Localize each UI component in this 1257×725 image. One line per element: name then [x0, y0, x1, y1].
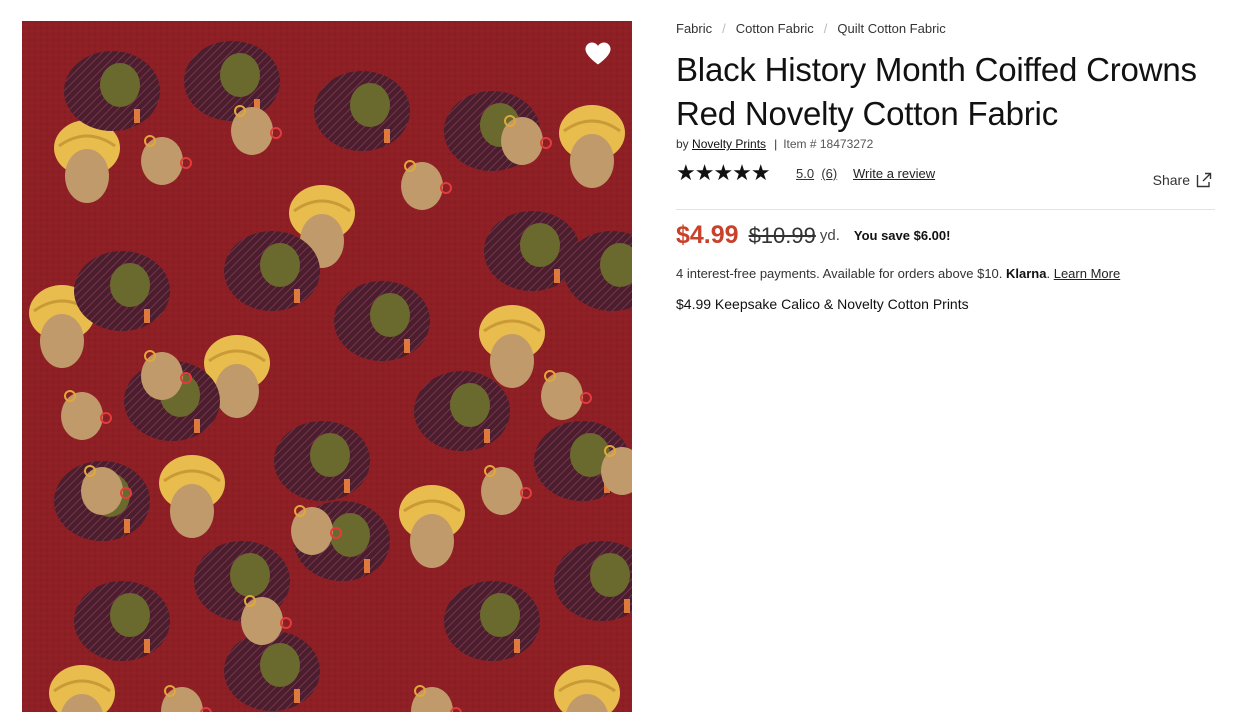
star-rating-icon: ★★★★★	[676, 160, 771, 185]
afro-motif	[314, 71, 410, 151]
price-row: $4.99 $10.99 yd. You save $6.00!	[676, 221, 950, 250]
afro-motif	[224, 231, 320, 311]
breadcrumb: Fabric / Cotton Fabric / Quilt Cotton Fabric	[676, 21, 946, 36]
rating-count[interactable]: (6)	[821, 166, 837, 181]
price-unit: yd.	[819, 227, 840, 244]
breadcrumb-fabric[interactable]: Fabric	[676, 21, 712, 36]
klarna-brand: Klarna	[1006, 266, 1047, 281]
rating-row: ★★★★★ 5.0 (6) Write a review Share	[676, 160, 1216, 188]
sale-price: $4.99	[676, 221, 739, 249]
original-price: $10.99	[748, 222, 816, 248]
share-button[interactable]: Share	[1153, 172, 1212, 188]
breadcrumb-quilt-cotton-fabric[interactable]: Quilt Cotton Fabric	[837, 21, 945, 36]
product-byline: by Novelty Prints | Item # 18473272	[676, 137, 873, 151]
breadcrumb-separator: /	[722, 21, 726, 36]
share-external-icon	[1196, 172, 1212, 188]
share-label: Share	[1152, 172, 1190, 188]
brand-link[interactable]: Novelty Prints	[692, 137, 766, 151]
rating-score-link[interactable]: 5.0 (6)	[796, 166, 837, 181]
afro-motif	[334, 281, 430, 361]
breadcrumb-separator: /	[823, 21, 828, 36]
afro-motif	[64, 51, 160, 131]
product-title-line2: Red Novelty Cotton Fabric	[676, 95, 1058, 132]
product-title: Black History Month Coiffed Crowns Red N…	[676, 48, 1236, 136]
afro-motif	[184, 41, 280, 121]
heart-icon[interactable]	[584, 42, 612, 66]
byline-divider: |	[774, 137, 778, 151]
by-label: by	[676, 137, 689, 151]
klarna-learn-more-link[interactable]: Learn More	[1054, 266, 1120, 281]
breadcrumb-cotton-fabric[interactable]: Cotton Fabric	[736, 21, 814, 36]
afro-motif	[74, 251, 170, 331]
savings-badge: You save $6.00!	[853, 228, 951, 243]
afro-motif	[414, 371, 510, 451]
product-image[interactable]	[22, 21, 632, 712]
promo-text: $4.99 Keepsake Calico & Novelty Cotton P…	[676, 296, 969, 312]
item-number: Item # 18473272	[783, 137, 874, 151]
afro-motif	[444, 581, 540, 661]
write-review-link[interactable]: Write a review	[853, 166, 935, 181]
klarna-payment-info: 4 interest-free payments. Available for …	[676, 266, 1121, 281]
klarna-text: 4 interest-free payments. Available for …	[676, 266, 1003, 281]
rating-score[interactable]: 5.0	[796, 166, 814, 181]
afro-motif	[74, 581, 170, 661]
afro-motif	[224, 631, 320, 711]
afro-motif	[274, 421, 370, 501]
divider	[676, 209, 1215, 210]
product-title-line1: Black History Month Coiffed Crowns	[676, 51, 1197, 88]
